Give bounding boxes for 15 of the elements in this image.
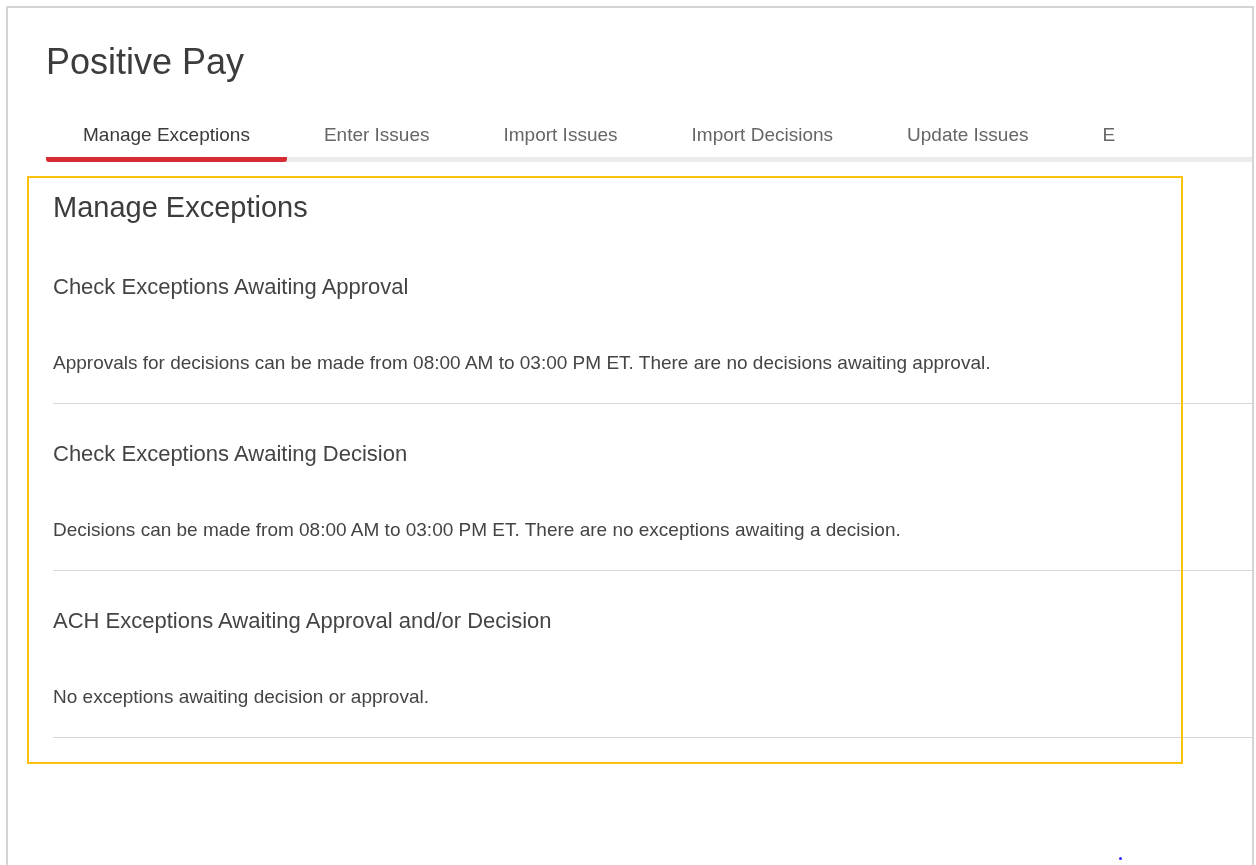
- marker-dot: [1119, 857, 1122, 860]
- status-message: Approvals for decisions can be made from 08:00 AM to 03:00 PM ET. There are no decisions awaiting approval.: [53, 351, 992, 375]
- status-message: Decisions can be made from 08:00 AM to 03:00 PM ET. There are no exceptions awaiting a decision.: [53, 518, 902, 542]
- page-title: Positive Pay: [46, 40, 246, 84]
- subsection-title: Check Exceptions Awaiting Decision: [53, 440, 409, 468]
- tab[interactable]: E: [1065, 112, 1118, 162]
- status-message: No exceptions awaiting decision or approval.: [53, 685, 430, 709]
- tab[interactable]: Manage Exceptions: [46, 112, 287, 162]
- subsection-title: Check Exceptions Awaiting Approval: [53, 273, 410, 301]
- tab[interactable]: Import Decisions: [654, 112, 871, 162]
- section-heading: Manage Exceptions: [53, 190, 309, 225]
- tab[interactable]: Update Issues: [870, 112, 1066, 162]
- tab[interactable]: Enter Issues: [286, 112, 467, 162]
- subsection-title: ACH Exceptions Awaiting Approval and/or Decision: [53, 607, 553, 635]
- tab[interactable]: Import Issues: [466, 112, 655, 162]
